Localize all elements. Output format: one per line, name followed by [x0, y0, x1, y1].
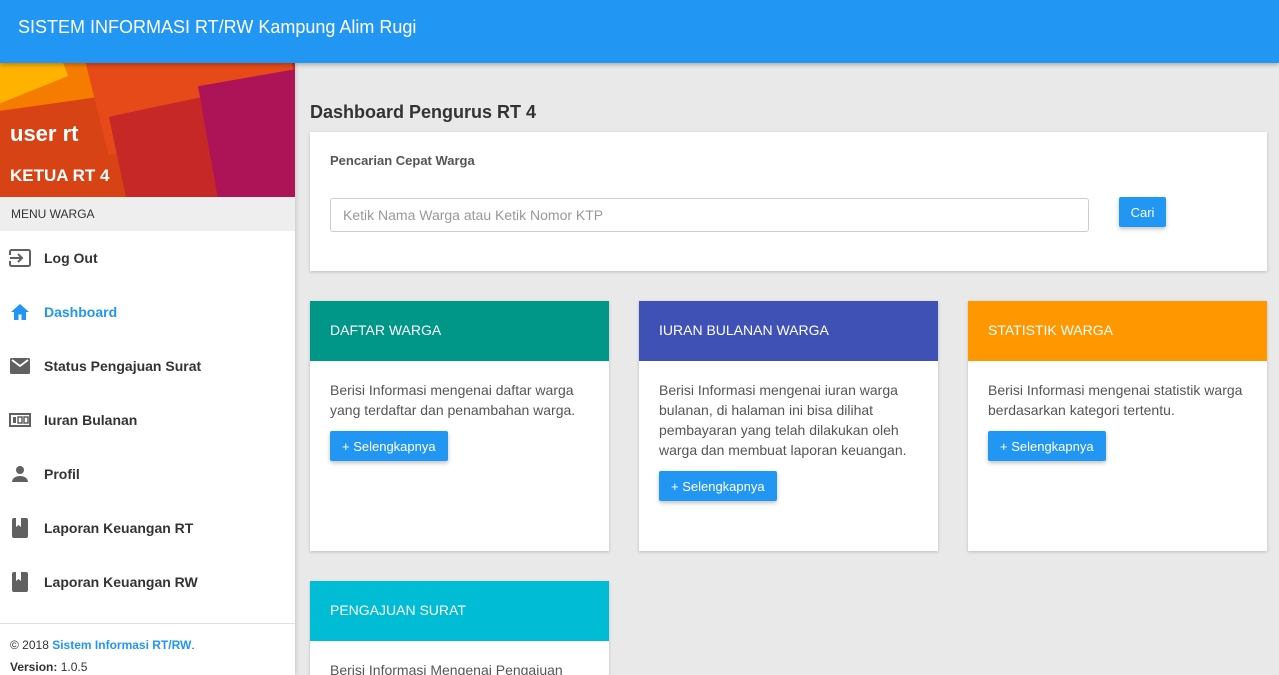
logout-icon: [9, 247, 31, 269]
card-header: IURAN BULANAN WARGA: [639, 301, 938, 361]
card-body: Berisi Informasi mengenai daftar warga y…: [310, 361, 609, 480]
search-input[interactable]: [330, 198, 1089, 232]
person-icon: [9, 463, 31, 485]
card-iuran-bulanan-warga: IURAN BULANAN WARGA Berisi Informasi men…: [639, 301, 938, 551]
selengkapnya-button[interactable]: + Selengkapnya: [659, 471, 777, 501]
copyright: © 2018 Sistem Informasi RT/RW.: [10, 638, 195, 652]
sidebar-footer: © 2018 Sistem Informasi RT/RW. Version: …: [0, 623, 295, 675]
selengkapnya-button[interactable]: + Selengkapnya: [988, 431, 1106, 461]
user-info-banner: user rt KETUA RT 4: [0, 63, 295, 197]
card-description: Berisi Informasi mengenai iuran warga bu…: [659, 382, 907, 458]
card-header: STATISTIK WARGA: [968, 301, 1267, 361]
footer-link[interactable]: Sistem Informasi RT/RW: [52, 638, 191, 652]
sidebar-item-status-pengajuan-surat[interactable]: Status Pengajuan Surat: [0, 339, 295, 393]
card-statistik-warga: STATISTIK WARGA Berisi Informasi mengena…: [968, 301, 1267, 551]
sidebar-item-label: Iuran Bulanan: [44, 412, 138, 428]
card-pengajuan-surat: PENGAJUAN SURAT Berisi Informasi Mengena…: [310, 581, 609, 675]
quick-search-card: Pencarian Cepat Warga Cari: [310, 132, 1267, 271]
search-label: Pencarian Cepat Warga: [330, 153, 475, 168]
sidebar-item-dashboard[interactable]: Dashboard: [0, 285, 295, 339]
card-body: Berisi Informasi mengenai statistik warg…: [968, 361, 1267, 480]
top-app-bar: SISTEM INFORMASI RT/RW Kampung Alim Rugi: [0, 0, 1279, 63]
page-title: Dashboard Pengurus RT 4: [310, 102, 537, 122]
sidebar-item-laporan-keuangan-rw[interactable]: Laporan Keuangan RW: [0, 555, 295, 609]
sidebar-item-label: Profil: [44, 466, 80, 482]
book-icon: [9, 517, 31, 539]
sidebar-item-iuran-bulanan[interactable]: Iuran Bulanan: [0, 393, 295, 447]
app-title[interactable]: SISTEM INFORMASI RT/RW Kampung Alim Rugi: [18, 17, 416, 38]
card-daftar-warga: DAFTAR WARGA Berisi Informasi mengenai d…: [310, 301, 609, 551]
sidebar-item-label: Laporan Keuangan RT: [44, 520, 194, 536]
sidebar: user rt KETUA RT 4 MENU WARGA Log Out Da…: [0, 63, 295, 675]
sidebar-item-laporan-keuangan-rt[interactable]: Laporan Keuangan RT: [0, 501, 295, 555]
sidebar-menu: Log Out Dashboard Status Pengajuan Surat…: [0, 231, 295, 609]
version-info: Version: 1.0.5: [10, 660, 88, 674]
user-role: KETUA RT 4: [10, 166, 110, 185]
sidebar-item-label: Status Pengajuan Surat: [44, 358, 202, 374]
card-description: Berisi Informasi Mengenai Pengajuan: [330, 662, 563, 675]
card-description: Berisi Informasi mengenai statistik warg…: [988, 382, 1243, 418]
sidebar-item-label: Log Out: [44, 250, 98, 266]
sidebar-item-profil[interactable]: Profil: [0, 447, 295, 501]
menu-header: MENU WARGA: [0, 197, 295, 231]
sidebar-item-label: Laporan Keuangan RW: [44, 574, 198, 590]
card-header: PENGAJUAN SURAT: [310, 581, 609, 641]
card-body: Berisi Informasi mengenai iuran warga bu…: [639, 361, 938, 520]
mail-icon: [9, 355, 31, 377]
counter-icon: [9, 409, 31, 431]
sidebar-item-log-out[interactable]: Log Out: [0, 231, 295, 285]
card-description: Berisi Informasi mengenai daftar warga y…: [330, 382, 576, 418]
selengkapnya-button[interactable]: + Selengkapnya: [330, 431, 448, 461]
sidebar-item-label: Dashboard: [44, 304, 118, 320]
card-header: DAFTAR WARGA: [310, 301, 609, 361]
home-icon: [9, 301, 31, 323]
book-icon: [9, 571, 31, 593]
card-body: Berisi Informasi Mengenai Pengajuan: [310, 641, 609, 675]
search-button[interactable]: Cari: [1119, 197, 1166, 227]
user-name: user rt: [10, 121, 79, 146]
